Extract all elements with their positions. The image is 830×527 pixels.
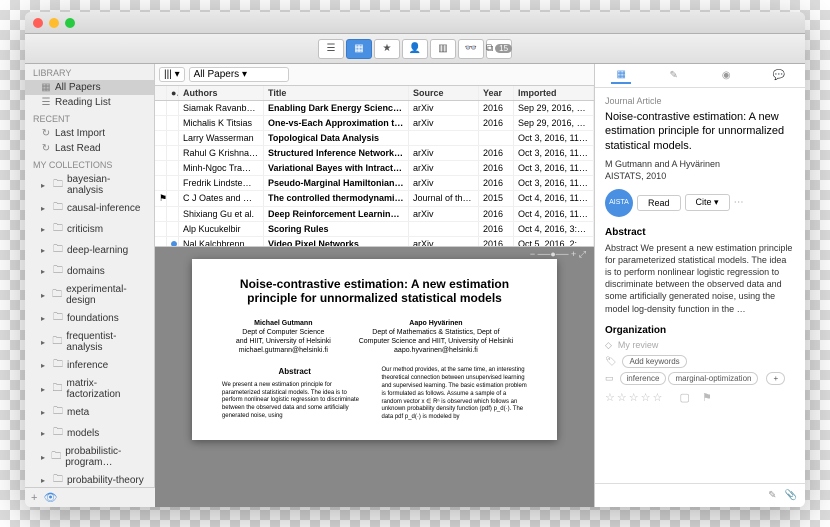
more-icon[interactable]: ⋯ xyxy=(734,197,744,208)
table-row[interactable]: Shixiang Gu et al.Deep Reinforcement Lea… xyxy=(155,207,594,222)
sidebar-item[interactable]: ↻Last Import xyxy=(25,126,154,141)
authors-icon[interactable]: ▥ xyxy=(430,39,456,59)
tab-info-icon[interactable]: ▦ xyxy=(611,68,631,84)
review-icon: ◇ xyxy=(605,340,612,351)
sidebar-collection[interactable]: ▸🗀bayesian-analysis xyxy=(25,172,154,198)
zoom-controls[interactable]: − ──●── + ⤢ xyxy=(530,249,586,260)
col-imported[interactable]: Imported xyxy=(514,86,594,100)
source-badge: AISTA xyxy=(605,189,633,217)
inspector: ▦ ✎ ◉ 💬 Journal Article Noise-contrastiv… xyxy=(595,64,805,507)
sidebar-collection[interactable]: ▸🗀criticism xyxy=(25,219,154,240)
papers-table: ● Authors Title Source Year Imported Sia… xyxy=(155,86,594,246)
table-row[interactable]: Nal Kalchbrenn…Video Pixel NetworksarXiv… xyxy=(155,237,594,246)
sidebar-collection[interactable]: ▸🗀frequentist-analysis xyxy=(25,329,154,355)
add-icon[interactable]: + xyxy=(31,492,37,504)
col-flag[interactable] xyxy=(155,86,167,100)
tag[interactable]: marginal-optimization xyxy=(668,372,758,385)
abstract-col-1: Abstract We present a new estimation pri… xyxy=(222,367,368,422)
insp-title: Noise-contrastive estimation: A new esti… xyxy=(605,110,795,153)
paper-title: Noise-contrastive estimation: A new esti… xyxy=(222,277,527,305)
sidebar-collection[interactable]: ▸🗀inference xyxy=(25,355,154,376)
eye-icon[interactable]: 👁 xyxy=(43,491,57,504)
filter-bar: ||| ▾ All Papers ▾ xyxy=(155,64,594,86)
tab-activity-icon[interactable]: ◉ xyxy=(716,68,736,84)
col-source[interactable]: Source xyxy=(409,86,479,100)
add-keywords-button[interactable]: Add keywords xyxy=(622,355,686,368)
table-header: ● Authors Title Source Year Imported xyxy=(155,86,594,101)
view-mode-select[interactable]: ||| ▾ xyxy=(159,67,185,82)
sidebar-header-recent: Recent xyxy=(25,110,154,126)
table-row[interactable]: Rahul G Krishna…Structured Inference Net… xyxy=(155,146,594,161)
table-row[interactable]: Alp KucukelbirScoring Rules2016Oct 4, 20… xyxy=(155,222,594,237)
my-review[interactable]: My review xyxy=(618,340,659,350)
sidebar-footer: + 👁 xyxy=(25,487,155,507)
sidebar: LIBRARY ▦All Papers☰Reading List Recent … xyxy=(25,64,155,507)
sidebar-item[interactable]: ▦All Papers xyxy=(25,80,154,95)
star-icon[interactable]: ★ xyxy=(374,39,400,59)
note-icon[interactable]: ✎ xyxy=(768,490,776,501)
sidebar-item[interactable]: ☰Reading List xyxy=(25,95,154,110)
sidebar-collection[interactable]: ▸🗀foundations xyxy=(25,308,154,329)
tag[interactable]: inference xyxy=(620,372,667,385)
author-block-1: Michael Gutmann Dept of Computer Science… xyxy=(236,319,331,355)
organization-heading: Organization xyxy=(605,325,795,336)
cite-button[interactable]: Cite ▾ xyxy=(685,194,730,211)
col-unread[interactable]: ● xyxy=(167,86,179,100)
close-window[interactable] xyxy=(33,18,43,28)
read-button[interactable]: Read xyxy=(637,195,681,211)
table-row[interactable]: Fredrik Lindste…Pseudo-Marginal Hamilton… xyxy=(155,176,594,191)
sidebar-collection[interactable]: ▸🗀probabilistic-program… xyxy=(25,444,154,470)
sidebar-collection[interactable]: ▸🗀domains xyxy=(25,261,154,282)
table-row[interactable]: Michalis K TitsiasOne-vs-Each Approximat… xyxy=(155,116,594,131)
col-title[interactable]: Title xyxy=(264,86,409,100)
minimize-window[interactable] xyxy=(49,18,59,28)
zoom-window[interactable] xyxy=(65,18,75,28)
tab-notes-icon[interactable]: ✎ xyxy=(664,68,684,84)
insp-kind: Journal Article xyxy=(605,96,795,106)
tag-icon: 🏷 xyxy=(605,356,616,367)
sidebar-collection[interactable]: ▸🗀meta xyxy=(25,402,154,423)
insp-venue: AISTATS, 2010 xyxy=(605,171,795,181)
rating-stars[interactable]: ☆☆☆☆☆ ▢ ⚑ xyxy=(605,391,795,404)
folder-icon: ▭ xyxy=(605,373,614,384)
abstract-heading: Abstract xyxy=(605,227,795,238)
pdf-page: Noise-contrastive estimation: A new esti… xyxy=(192,259,557,440)
sidebar-collection[interactable]: ▸🗀models xyxy=(25,423,154,444)
abstract-col-2: Our method provides, at the same time, a… xyxy=(382,367,528,422)
tab-related-icon[interactable]: 💬 xyxy=(769,68,789,84)
sidebar-collection[interactable]: ▸🗀causal-inference xyxy=(25,198,154,219)
author-block-2: Aapo Hyvärinen Dept of Mathematics & Sta… xyxy=(359,319,513,355)
sidebar-collection[interactable]: ▸🗀matrix-factorization xyxy=(25,376,154,402)
table-row[interactable]: Siamak Ravanb…Enabling Dark Energy Scien… xyxy=(155,101,594,116)
pdf-preview: − ──●── + ⤢ Noise-contrastive estimation… xyxy=(155,246,594,507)
sidebar-header-library: LIBRARY xyxy=(25,64,154,80)
table-row[interactable]: ⚑C J Oates and …The controlled thermodyn… xyxy=(155,191,594,207)
col-authors[interactable]: Authors xyxy=(179,86,264,100)
attachment-icon[interactable]: 📎 xyxy=(785,490,797,501)
insp-authors: M Gutmann and A Hyvärinen xyxy=(605,159,795,169)
table-row[interactable]: Larry WassermanTopological Data Analysis… xyxy=(155,131,594,146)
abstract-text: Abstract We present a new estimation pri… xyxy=(605,242,795,315)
sidebar-collection[interactable]: ▸🗀experimental-design xyxy=(25,282,154,308)
person-icon[interactable]: 👤 xyxy=(402,39,428,59)
glasses-icon[interactable]: 👓 xyxy=(458,39,484,59)
table-row[interactable]: Minh-Ngoc Tra…Variational Bayes with Int… xyxy=(155,161,594,176)
scope-select[interactable]: All Papers ▾ xyxy=(189,67,289,82)
sidebar-item[interactable]: ↻Last Read xyxy=(25,141,154,156)
sidebar-collection[interactable]: ▸🗀deep-learning xyxy=(25,240,154,261)
view-list-icon[interactable]: ☰ xyxy=(318,39,344,59)
badge-count[interactable]: ⧉15 xyxy=(486,39,512,59)
view-grid-icon[interactable]: ▦ xyxy=(346,39,372,59)
sidebar-header-collections: My Collections xyxy=(25,156,154,172)
add-tag-button[interactable]: + xyxy=(766,372,785,385)
titlebar xyxy=(25,12,805,34)
col-year[interactable]: Year xyxy=(479,86,514,100)
toolbar: ☰ ▦ ★ 👤 ▥ 👓 ⧉15 xyxy=(25,34,805,64)
